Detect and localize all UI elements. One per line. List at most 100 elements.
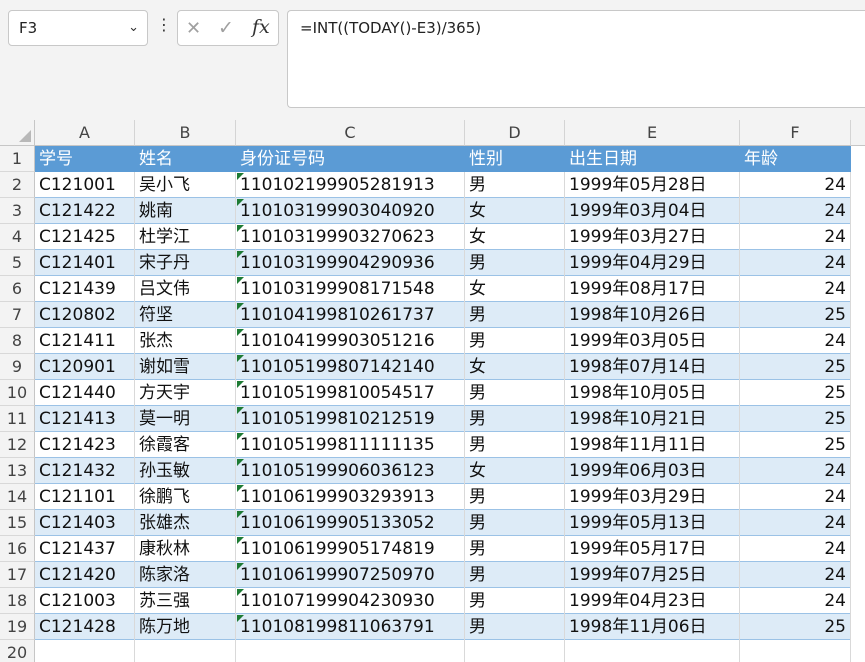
row-header-3[interactable]: 3 [0, 198, 35, 224]
row-header-20[interactable]: 20 [0, 640, 35, 662]
row-header-6[interactable]: 6 [0, 276, 35, 302]
column-header-E[interactable]: E [565, 120, 740, 146]
table-cell[interactable]: 1998年11月11日 [565, 432, 740, 458]
table-cell[interactable]: 1999年04月23日 [565, 588, 740, 614]
header-cell[interactable]: 身份证号码 [236, 146, 465, 172]
table-cell[interactable]: 24 [740, 250, 851, 276]
formula-input[interactable]: =INT((TODAY()-E3)/365) [287, 10, 865, 108]
table-cell[interactable]: 110105199906036123 [236, 458, 465, 484]
table-cell[interactable]: 24 [740, 458, 851, 484]
table-cell[interactable]: 徐鹏飞 [135, 484, 236, 510]
row-header-13[interactable]: 13 [0, 458, 35, 484]
table-cell[interactable]: 姚南 [135, 198, 236, 224]
row-header-4[interactable]: 4 [0, 224, 35, 250]
table-cell[interactable]: 110103199908171548 [236, 276, 465, 302]
table-cell[interactable]: 1999年05月17日 [565, 536, 740, 562]
table-cell[interactable]: 25 [740, 614, 851, 640]
name-box[interactable]: F3 ⌄ [8, 10, 148, 46]
table-cell[interactable]: 25 [740, 380, 851, 406]
table-cell[interactable]: C120901 [35, 354, 135, 380]
column-header-A[interactable]: A [35, 120, 135, 146]
table-cell[interactable]: 110103199903270623 [236, 224, 465, 250]
table-cell[interactable]: 1999年06月03日 [565, 458, 740, 484]
table-cell[interactable]: 1999年05月13日 [565, 510, 740, 536]
table-cell[interactable]: 方天宇 [135, 380, 236, 406]
table-cell[interactable]: 男 [465, 380, 565, 406]
table-cell[interactable]: 110106199905174819 [236, 536, 465, 562]
table-cell[interactable]: 24 [740, 510, 851, 536]
table-cell[interactable]: 24 [740, 172, 851, 198]
row-header-14[interactable]: 14 [0, 484, 35, 510]
table-cell[interactable]: 女 [465, 224, 565, 250]
table-cell[interactable]: C121437 [35, 536, 135, 562]
table-cell[interactable]: 1998年07月14日 [565, 354, 740, 380]
table-cell[interactable]: 女 [465, 276, 565, 302]
table-cell[interactable]: 110103199904290936 [236, 250, 465, 276]
table-cell[interactable]: 男 [465, 172, 565, 198]
table-cell[interactable]: 吕文伟 [135, 276, 236, 302]
row-header-9[interactable]: 9 [0, 354, 35, 380]
empty-cell[interactable] [465, 640, 565, 662]
table-cell[interactable]: 110104199903051216 [236, 328, 465, 354]
row-header-7[interactable]: 7 [0, 302, 35, 328]
table-cell[interactable]: 吴小飞 [135, 172, 236, 198]
table-cell[interactable]: C120802 [35, 302, 135, 328]
table-cell[interactable]: 24 [740, 562, 851, 588]
table-cell[interactable]: 1999年08月17日 [565, 276, 740, 302]
table-cell[interactable]: 1999年05月28日 [565, 172, 740, 198]
table-cell[interactable]: C121403 [35, 510, 135, 536]
table-cell[interactable]: C121423 [35, 432, 135, 458]
table-cell[interactable]: 陈万地 [135, 614, 236, 640]
table-cell[interactable]: C121428 [35, 614, 135, 640]
empty-cell[interactable] [236, 640, 465, 662]
table-cell[interactable]: 110108199811063791 [236, 614, 465, 640]
table-cell[interactable]: 25 [740, 432, 851, 458]
table-cell[interactable]: 男 [465, 562, 565, 588]
table-cell[interactable]: 25 [740, 354, 851, 380]
table-cell[interactable]: C121422 [35, 198, 135, 224]
table-cell[interactable]: 男 [465, 250, 565, 276]
table-cell[interactable]: 110105199810212519 [236, 406, 465, 432]
table-cell[interactable]: 110106199907250970 [236, 562, 465, 588]
table-cell[interactable]: 苏三强 [135, 588, 236, 614]
table-cell[interactable]: 杜学江 [135, 224, 236, 250]
table-cell[interactable]: 男 [465, 302, 565, 328]
header-cell[interactable]: 出生日期 [565, 146, 740, 172]
row-header-19[interactable]: 19 [0, 614, 35, 640]
table-cell[interactable]: C121420 [35, 562, 135, 588]
table-cell[interactable]: 24 [740, 224, 851, 250]
table-cell[interactable]: 25 [740, 302, 851, 328]
row-header-11[interactable]: 11 [0, 406, 35, 432]
header-cell[interactable]: 姓名 [135, 146, 236, 172]
row-header-12[interactable]: 12 [0, 432, 35, 458]
table-cell[interactable]: 男 [465, 328, 565, 354]
table-cell[interactable]: C121440 [35, 380, 135, 406]
table-cell[interactable]: C121432 [35, 458, 135, 484]
table-cell[interactable]: 110105199807142140 [236, 354, 465, 380]
table-cell[interactable]: 男 [465, 588, 565, 614]
table-cell[interactable]: C121101 [35, 484, 135, 510]
table-cell[interactable]: 男 [465, 510, 565, 536]
row-header-8[interactable]: 8 [0, 328, 35, 354]
empty-cell[interactable] [740, 640, 851, 662]
check-icon[interactable]: ✓ [218, 17, 234, 39]
table-cell[interactable]: 1999年04月29日 [565, 250, 740, 276]
table-cell[interactable]: 110105199810054517 [236, 380, 465, 406]
header-cell[interactable]: 学号 [35, 146, 135, 172]
table-cell[interactable]: 1998年10月21日 [565, 406, 740, 432]
table-cell[interactable]: 110105199811111135 [236, 432, 465, 458]
table-cell[interactable]: 1998年10月26日 [565, 302, 740, 328]
table-cell[interactable]: 陈家洛 [135, 562, 236, 588]
table-cell[interactable]: 110106199905133052 [236, 510, 465, 536]
spreadsheet-grid[interactable]: A B C D E F 1 2 3 4 5 6 7 8 9 10 11 12 13 14 15 16 17 18 19 20 学号姓… [0, 120, 865, 662]
table-cell[interactable]: 宋子丹 [135, 250, 236, 276]
table-cell[interactable]: C121411 [35, 328, 135, 354]
empty-cell[interactable] [35, 640, 135, 662]
table-cell[interactable]: 25 [740, 406, 851, 432]
column-header-D[interactable]: D [465, 120, 565, 146]
header-cell[interactable]: 性别 [465, 146, 565, 172]
table-cell[interactable]: 24 [740, 588, 851, 614]
chevron-down-icon[interactable]: ⌄ [128, 20, 139, 35]
table-cell[interactable]: 110103199903040920 [236, 198, 465, 224]
row-header-16[interactable]: 16 [0, 536, 35, 562]
